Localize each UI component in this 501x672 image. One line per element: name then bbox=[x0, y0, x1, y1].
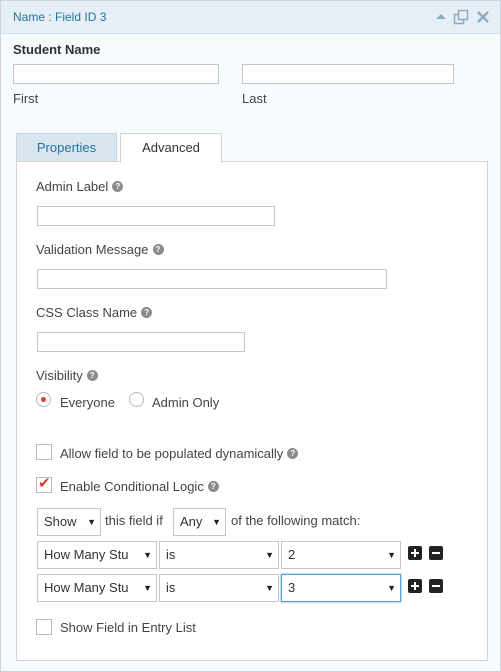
remove-rule-minus-icon[interactable] bbox=[429, 579, 443, 593]
chevron-down-icon: ▼ bbox=[387, 583, 396, 593]
visibility-everyone-radio[interactable] bbox=[36, 392, 51, 407]
admin-label-input[interactable] bbox=[37, 206, 275, 226]
tab-properties[interactable]: Properties bbox=[16, 133, 117, 162]
css-class-text: CSS Class Name bbox=[36, 305, 138, 320]
admin-label-text: Admin Label bbox=[36, 179, 109, 194]
rule-operator-select[interactable]: is ▼ bbox=[159, 541, 279, 569]
delete-x-icon[interactable] bbox=[475, 9, 491, 25]
field-title: Name : Field ID 3 bbox=[13, 10, 107, 24]
last-name-input[interactable] bbox=[242, 64, 454, 84]
rule-field-value: How Many Stu bbox=[44, 580, 129, 595]
logic-text-mid: this field if bbox=[105, 513, 163, 528]
show-in-entry-list-label[interactable]: Show Field in Entry List bbox=[60, 620, 196, 635]
chevron-down-icon: ▼ bbox=[265, 550, 274, 560]
validation-message-input[interactable] bbox=[37, 269, 387, 289]
validation-message-heading: Validation Message? bbox=[36, 242, 164, 257]
rule-value-select[interactable]: 2 ▼ bbox=[281, 541, 401, 569]
add-rule-plus-icon[interactable] bbox=[408, 546, 422, 560]
chevron-down-icon: ▼ bbox=[212, 517, 221, 527]
logic-action-value: Show bbox=[44, 514, 77, 529]
add-rule-plus-icon[interactable] bbox=[408, 579, 422, 593]
visibility-admin-only-radio[interactable] bbox=[129, 392, 144, 407]
rule-value-value: 3 bbox=[288, 580, 296, 595]
rule-operator-select[interactable]: is ▼ bbox=[159, 574, 279, 602]
advanced-tab-body: Admin Label? Validation Message? CSS Cla… bbox=[16, 161, 488, 661]
duplicate-icon[interactable] bbox=[453, 9, 469, 25]
help-icon[interactable]: ? bbox=[112, 181, 124, 193]
logic-match-value: Any bbox=[180, 514, 203, 529]
help-icon[interactable]: ? bbox=[207, 481, 219, 493]
last-sublabel: Last bbox=[242, 91, 267, 106]
rule-value-select[interactable]: 3 ▼ bbox=[281, 574, 401, 602]
radio-selected-dot bbox=[41, 397, 46, 402]
visibility-heading: Visibility? bbox=[36, 368, 98, 383]
remove-rule-minus-icon[interactable] bbox=[429, 546, 443, 560]
admin-label-heading: Admin Label? bbox=[36, 179, 124, 194]
allow-dynamic-checkbox[interactable] bbox=[36, 444, 52, 460]
allow-dynamic-label[interactable]: Allow field to be populated dynamically? bbox=[60, 446, 299, 461]
help-icon[interactable]: ? bbox=[141, 307, 153, 319]
chevron-down-icon: ▼ bbox=[143, 583, 152, 593]
rule-value-value: 2 bbox=[288, 547, 296, 562]
visibility-admin-only-label[interactable]: Admin Only bbox=[152, 395, 219, 410]
enable-conditional-logic-label[interactable]: Enable Conditional Logic? bbox=[60, 479, 219, 494]
rule-field-value: How Many Stu bbox=[44, 547, 129, 562]
first-sublabel: First bbox=[13, 91, 39, 106]
logic-action-select[interactable]: Show ▼ bbox=[37, 508, 101, 536]
chevron-down-icon: ▼ bbox=[387, 550, 396, 560]
visibility-everyone-label[interactable]: Everyone bbox=[60, 395, 115, 410]
help-icon[interactable]: ? bbox=[287, 448, 299, 460]
help-icon[interactable]: ? bbox=[152, 244, 164, 256]
visibility-text: Visibility bbox=[36, 368, 83, 383]
checkmark-icon: ✔ bbox=[38, 475, 51, 492]
tab-advanced[interactable]: Advanced bbox=[120, 133, 222, 163]
first-name-input[interactable] bbox=[13, 64, 219, 84]
enable-conditional-logic-text: Enable Conditional Logic bbox=[60, 479, 204, 494]
field-settings-panel: Name : Field ID 3 Student Name First Las… bbox=[0, 0, 501, 672]
css-class-heading: CSS Class Name? bbox=[36, 305, 153, 320]
logic-match-select[interactable]: Any ▼ bbox=[173, 508, 226, 536]
chevron-down-icon: ▼ bbox=[143, 550, 152, 560]
rule-field-select[interactable]: How Many Stu ▼ bbox=[37, 574, 157, 602]
css-class-input[interactable] bbox=[37, 332, 245, 352]
chevron-down-icon: ▼ bbox=[87, 517, 96, 527]
collapse-up-icon[interactable] bbox=[433, 9, 449, 25]
field-titlebar: Name : Field ID 3 bbox=[1, 1, 500, 34]
rule-field-select[interactable]: How Many Stu ▼ bbox=[37, 541, 157, 569]
rule-operator-value: is bbox=[166, 580, 176, 595]
enable-conditional-logic-checkbox[interactable]: ✔ bbox=[36, 475, 52, 493]
field-label: Student Name bbox=[13, 42, 101, 57]
chevron-down-icon: ▼ bbox=[265, 583, 274, 593]
rule-operator-value: is bbox=[166, 547, 176, 562]
validation-message-text: Validation Message bbox=[36, 242, 149, 257]
show-in-entry-list-checkbox[interactable] bbox=[36, 619, 52, 635]
allow-dynamic-text: Allow field to be populated dynamically bbox=[60, 446, 284, 461]
logic-text-end: of the following match: bbox=[231, 513, 361, 528]
help-icon[interactable]: ? bbox=[86, 370, 98, 382]
